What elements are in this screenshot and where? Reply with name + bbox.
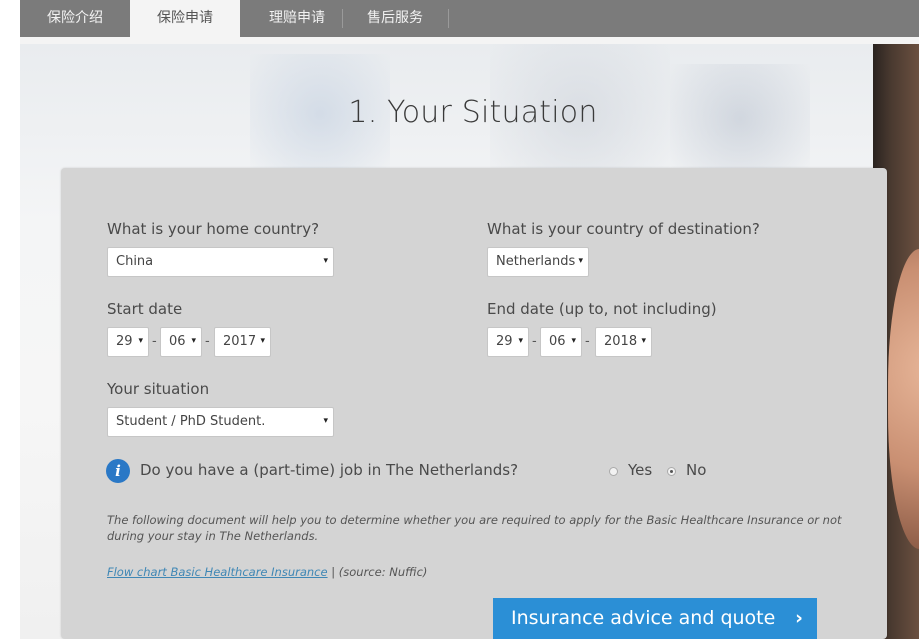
chevron-right-icon: › — [795, 607, 803, 629]
situation-select[interactable]: Student / PhD Student. ▾ — [107, 407, 334, 437]
date-separator: - — [205, 334, 210, 349]
source-text: | (source: Nuffic) — [327, 565, 428, 579]
situation-value: Student / PhD Student. — [116, 414, 266, 429]
home-country-label: What is your home country? — [107, 220, 320, 238]
nav-underline — [20, 37, 919, 44]
start-date-label: Start date — [107, 300, 183, 318]
destination-label: What is your country of destination? — [487, 220, 760, 238]
tab-insurance-intro[interactable]: 保险介绍 — [20, 0, 130, 37]
start-year-value: 2017 — [223, 334, 257, 349]
insurance-quote-button[interactable]: Insurance advice and quote › — [493, 598, 817, 639]
home-country-select[interactable]: China ▾ — [107, 247, 334, 277]
start-month-select[interactable]: 06 ▾ — [160, 327, 202, 357]
end-month-value: 06 — [549, 334, 566, 349]
chevron-down-icon: ▾ — [571, 336, 576, 346]
end-date-label: End date (up to, not including) — [487, 300, 717, 318]
tab-divider — [448, 9, 449, 28]
date-separator: - — [532, 334, 537, 349]
situation-label: Your situation — [107, 380, 210, 398]
date-separator: - — [152, 334, 157, 349]
end-day-value: 29 — [496, 334, 513, 349]
tab-claims[interactable]: 理赔申请 — [242, 0, 352, 37]
home-country-value: China — [116, 254, 154, 269]
job-yes-radio[interactable] — [609, 467, 618, 476]
tab-label: 保险介绍 — [47, 10, 103, 26]
chevron-down-icon: ▾ — [323, 416, 328, 426]
top-nav: 保险介绍 保险申请 理赔申请 售后服务 — [20, 0, 919, 37]
tab-label: 理赔申请 — [269, 10, 325, 26]
insurance-quote-label: Insurance advice and quote — [511, 607, 776, 629]
tab-after-sales[interactable]: 售后服务 — [340, 0, 450, 37]
job-no-radio[interactable] — [667, 467, 676, 476]
chevron-down-icon: ▾ — [518, 336, 523, 346]
chevron-down-icon: ▾ — [323, 256, 328, 266]
start-day-select[interactable]: 29 ▾ — [107, 327, 149, 357]
chevron-down-icon: ▾ — [138, 336, 143, 346]
destination-select[interactable]: Netherlands ▾ — [487, 247, 589, 277]
chevron-down-icon: ▾ — [191, 336, 196, 346]
start-day-value: 29 — [116, 334, 133, 349]
end-year-select[interactable]: 2018 ▾ — [595, 327, 652, 357]
destination-value: Netherlands — [496, 254, 576, 269]
start-month-value: 06 — [169, 334, 186, 349]
chevron-down-icon: ▾ — [641, 336, 646, 346]
info-note: The following document will help you to … — [107, 513, 842, 543]
start-year-select[interactable]: 2017 ▾ — [214, 327, 271, 357]
end-day-select[interactable]: 29 ▾ — [487, 327, 529, 357]
end-month-select[interactable]: 06 ▾ — [540, 327, 582, 357]
tab-label: 售后服务 — [367, 10, 423, 26]
tab-label: 保险申请 — [157, 10, 213, 26]
page-title: 1. Your Situation — [348, 95, 598, 130]
job-question-label: Do you have a (part-time) job in The Net… — [140, 461, 519, 479]
flow-chart-link[interactable]: Flow chart Basic Healthcare Insurance — [107, 565, 328, 579]
tab-insurance-apply[interactable]: 保险申请 — [130, 0, 240, 37]
job-yes-label[interactable]: Yes — [628, 461, 652, 479]
chevron-down-icon: ▾ — [578, 256, 583, 266]
job-no-label[interactable]: No — [686, 461, 706, 479]
date-separator: - — [585, 334, 590, 349]
chevron-down-icon: ▾ — [260, 336, 265, 346]
info-icon[interactable]: i — [106, 459, 130, 483]
source-line: Flow chart Basic Healthcare Insurance | … — [107, 564, 427, 580]
end-year-value: 2018 — [604, 334, 638, 349]
